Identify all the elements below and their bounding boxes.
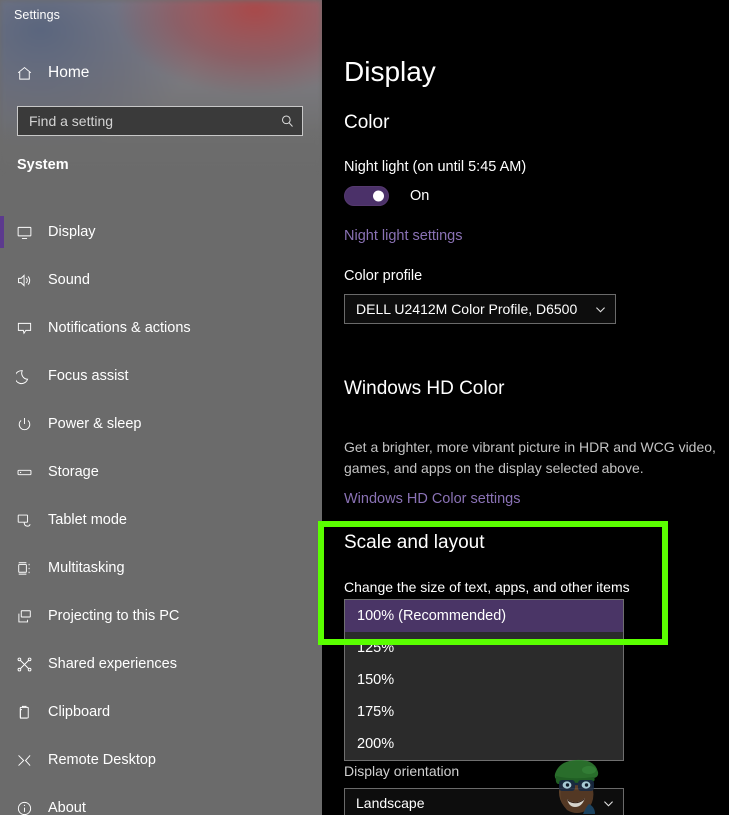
- sidebar-item-remote-desktop[interactable]: Remote Desktop: [0, 736, 322, 784]
- sidebar-item-focus-assist[interactable]: Focus assist: [0, 352, 322, 400]
- display-orientation-label: Display orientation: [344, 763, 459, 779]
- window-title: Settings: [14, 8, 60, 22]
- sidebar-label-tablet-mode: Tablet mode: [48, 512, 127, 528]
- page-title: Display: [344, 56, 436, 88]
- sidebar-item-clipboard[interactable]: Clipboard: [0, 688, 322, 736]
- search-input[interactable]: Find a setting: [17, 106, 303, 136]
- scale-option-200[interactable]: 200%: [345, 728, 623, 760]
- night-light-toggle-row: On: [344, 186, 429, 206]
- sidebar-home-label: Home: [48, 64, 89, 82]
- scale-size-label: Change the size of text, apps, and other…: [344, 579, 630, 595]
- sidebar-item-projecting[interactable]: Projecting to this PC: [0, 592, 322, 640]
- scale-layout-heading: Scale and layout: [344, 532, 485, 554]
- hd-color-heading: Windows HD Color: [344, 378, 504, 400]
- sidebar-label-remote-desktop: Remote Desktop: [48, 752, 156, 768]
- color-section-heading: Color: [344, 112, 389, 134]
- hd-color-settings-link[interactable]: Windows HD Color settings: [344, 491, 520, 507]
- sidebar: Settings Home Find a setting System: [0, 0, 322, 815]
- power-icon: [0, 416, 48, 433]
- sidebar-item-notifications[interactable]: Notifications & actions: [0, 304, 322, 352]
- night-light-state: On: [410, 188, 429, 204]
- display-orientation-dropdown[interactable]: Landscape: [344, 788, 624, 815]
- scale-dropdown-list[interactable]: 100% (Recommended) 125% 150% 175% 200%: [344, 599, 624, 761]
- chevron-down-icon: [585, 303, 615, 316]
- color-profile-value: DELL U2412M Color Profile, D6500: [345, 301, 585, 317]
- share-icon: [0, 656, 48, 673]
- color-profile-dropdown[interactable]: DELL U2412M Color Profile, D6500: [344, 294, 616, 324]
- home-icon: [0, 65, 48, 82]
- settings-window: Settings Home Find a setting System: [0, 0, 729, 815]
- sidebar-label-focus-assist: Focus assist: [48, 368, 129, 384]
- sidebar-item-power-sleep[interactable]: Power & sleep: [0, 400, 322, 448]
- sidebar-item-storage[interactable]: Storage: [0, 448, 322, 496]
- sidebar-label-notifications: Notifications & actions: [48, 320, 191, 336]
- chevron-down-icon-orientation: [593, 797, 623, 810]
- sidebar-item-tablet-mode[interactable]: Tablet mode: [0, 496, 322, 544]
- moon-icon: [0, 368, 48, 385]
- color-profile-label: Color profile: [344, 268, 422, 284]
- main-content: Display Color Night light (on until 5:45…: [322, 0, 729, 815]
- sidebar-label-display: Display: [48, 224, 96, 240]
- sidebar-nav-list: Display Sound Notifications & actio: [0, 208, 322, 815]
- sidebar-item-sound[interactable]: Sound: [0, 256, 322, 304]
- sidebar-item-shared-experiences[interactable]: Shared experiences: [0, 640, 322, 688]
- drive-icon: [0, 464, 48, 481]
- sidebar-label-sound: Sound: [48, 272, 90, 288]
- sidebar-item-about[interactable]: About: [0, 784, 322, 815]
- multitask-icon: [0, 560, 48, 577]
- sidebar-item-display[interactable]: Display: [0, 208, 322, 256]
- scale-option-175[interactable]: 175%: [345, 696, 623, 728]
- tablet-icon: [0, 512, 48, 529]
- sidebar-label-about: About: [48, 800, 86, 815]
- sidebar-label-multitasking: Multitasking: [48, 560, 125, 576]
- night-light-toggle[interactable]: [344, 186, 389, 206]
- night-light-settings-link[interactable]: Night light settings: [344, 228, 462, 244]
- monitor-icon: [0, 224, 48, 241]
- info-icon: [0, 800, 48, 815]
- sidebar-label-shared-experiences: Shared experiences: [48, 656, 177, 672]
- notification-icon: [0, 320, 48, 337]
- toggle-knob: [373, 191, 384, 202]
- project-icon: [0, 608, 48, 625]
- sidebar-label-storage: Storage: [48, 464, 99, 480]
- speaker-icon: [0, 272, 48, 289]
- sidebar-item-home[interactable]: Home: [0, 58, 322, 88]
- night-light-label: Night light (on until 5:45 AM): [344, 159, 526, 175]
- hd-color-description: Get a brighter, more vibrant picture in …: [344, 437, 729, 479]
- search-icon[interactable]: [272, 114, 302, 129]
- clipboard-icon: [0, 704, 48, 721]
- display-orientation-value: Landscape: [345, 795, 593, 811]
- sidebar-section-title: System: [17, 157, 69, 173]
- sidebar-item-multitasking[interactable]: Multitasking: [0, 544, 322, 592]
- sidebar-label-projecting: Projecting to this PC: [48, 608, 179, 624]
- scale-option-150[interactable]: 150%: [345, 664, 623, 696]
- sidebar-label-clipboard: Clipboard: [48, 704, 110, 720]
- sidebar-label-power-sleep: Power & sleep: [48, 416, 142, 432]
- scale-option-100[interactable]: 100% (Recommended): [345, 600, 623, 632]
- remote-desktop-icon: [0, 752, 48, 769]
- scale-option-125[interactable]: 125%: [345, 632, 623, 664]
- search-placeholder: Find a setting: [18, 113, 272, 129]
